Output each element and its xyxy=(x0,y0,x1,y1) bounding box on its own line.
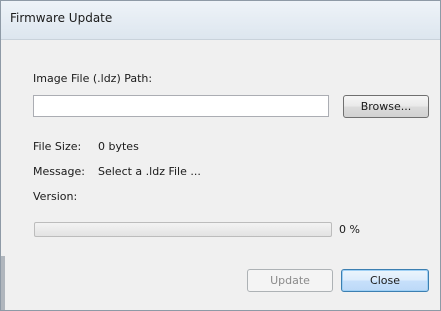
close-button[interactable]: Close xyxy=(341,269,429,292)
window-edge-strip xyxy=(1,256,5,310)
progress-bar xyxy=(34,222,332,237)
update-button[interactable]: Update xyxy=(247,269,333,292)
file-size-value: 0 bytes xyxy=(98,140,139,153)
title-bar[interactable]: Firmware Update xyxy=(1,1,440,40)
browse-button[interactable]: Browse... xyxy=(343,95,429,118)
version-label: Version: xyxy=(33,190,78,203)
message-label: Message: xyxy=(33,165,85,178)
progress-percent: 0 % xyxy=(339,223,360,236)
message-value: Select a .ldz File ... xyxy=(98,165,201,178)
path-label: Image File (.ldz) Path: xyxy=(33,72,153,85)
firmware-update-dialog: Firmware Update Image File (.ldz) Path: … xyxy=(0,0,441,311)
path-input[interactable] xyxy=(33,95,329,117)
file-size-label: File Size: xyxy=(33,140,82,153)
window-title: Firmware Update xyxy=(10,11,113,25)
